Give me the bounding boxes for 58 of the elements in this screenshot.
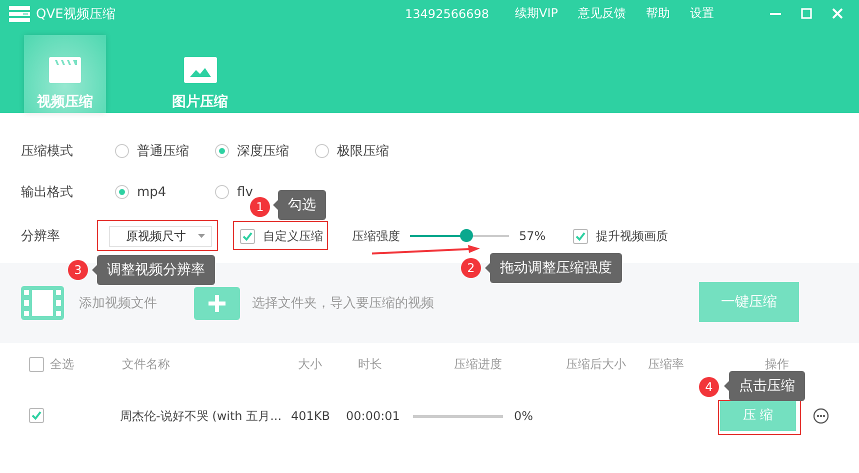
menu-link[interactable]: 意见反馈 <box>578 5 626 22</box>
tab[interactable]: 图片压缩 <box>150 35 250 113</box>
column-header: 操作 <box>764 356 790 372</box>
progress-value: 0% <box>514 409 534 423</box>
film-icon[interactable] <box>21 286 64 320</box>
checkbox[interactable] <box>29 356 44 372</box>
radio-option[interactable]: 普通压缩 <box>115 142 215 160</box>
radio-option[interactable]: 深度压缩 <box>215 142 315 160</box>
checkbox[interactable] <box>29 408 44 423</box>
step-tooltip: 勾选 <box>273 190 326 220</box>
setting-label: 输出格式 <box>21 184 74 201</box>
image-icon <box>184 57 216 83</box>
step-badge: 3 <box>68 260 88 280</box>
column-header: 文件名称 <box>121 356 171 372</box>
menu-link[interactable]: 帮助 <box>646 5 670 22</box>
column-header: 时长 <box>357 356 383 372</box>
maximize-icon[interactable] <box>801 8 812 19</box>
slider-label: 压缩强度 <box>352 228 400 244</box>
compress-all-button[interactable]: 一键压缩 <box>699 282 799 322</box>
column-header: 压缩进度 <box>453 356 503 372</box>
duration: 00:00:01 <box>346 409 401 423</box>
step-tooltip: 点击压缩 <box>724 371 805 401</box>
radio-option[interactable]: mp4 <box>115 184 215 200</box>
checkbox-label: 提升视频画质 <box>596 228 668 244</box>
account-number: 13492566698 <box>405 6 490 20</box>
column-header: 压缩后大小 <box>565 356 627 372</box>
column-header: 大小 <box>297 356 323 372</box>
checkbox[interactable] <box>240 228 255 244</box>
menu-icon <box>9 6 30 22</box>
more-icon[interactable] <box>813 408 829 424</box>
setting-label: 压缩模式 <box>21 143 74 160</box>
slider-thumb[interactable] <box>460 229 474 242</box>
radio-option[interactable]: 极限压缩 <box>315 142 415 160</box>
step-tooltip: 调整视频分辨率 <box>92 255 215 285</box>
resolution-dropdown[interactable]: 原视频尺寸 <box>109 226 212 246</box>
step-badge: 1 <box>250 197 270 217</box>
checkbox[interactable] <box>573 228 588 244</box>
clapperboard-icon <box>49 57 81 83</box>
column-header: 压缩率 <box>648 356 685 372</box>
close-icon[interactable] <box>832 8 843 19</box>
file-name: 周杰伦-说好不哭 (with 五月... <box>120 408 283 424</box>
setting-label: 分辨率 <box>21 228 61 245</box>
checkbox-label: 自定义压缩 <box>263 228 323 244</box>
caret-icon <box>198 234 205 238</box>
step-badge: 4 <box>699 377 719 397</box>
add-folder-icon[interactable] <box>194 286 240 320</box>
tab[interactable]: 视频压缩 <box>24 35 106 113</box>
step-tooltip: 拖动调整压缩强度 <box>485 253 622 283</box>
add-folder-link[interactable]: 选择文件夹，导入要压缩的视频 <box>252 294 434 312</box>
menu-link[interactable]: 设置 <box>690 5 714 22</box>
step-badge: 2 <box>461 258 481 278</box>
app-title: QVE视频压缩 <box>36 6 116 22</box>
compress-button[interactable]: 压 缩 <box>720 401 796 431</box>
slider-value: 57% <box>519 229 547 243</box>
menu-link[interactable]: 续期VIP <box>515 5 558 22</box>
add-file-link[interactable]: 添加视频文件 <box>79 294 157 312</box>
file-size: 401KB <box>291 409 332 423</box>
select-all-label: 全选 <box>50 356 74 372</box>
